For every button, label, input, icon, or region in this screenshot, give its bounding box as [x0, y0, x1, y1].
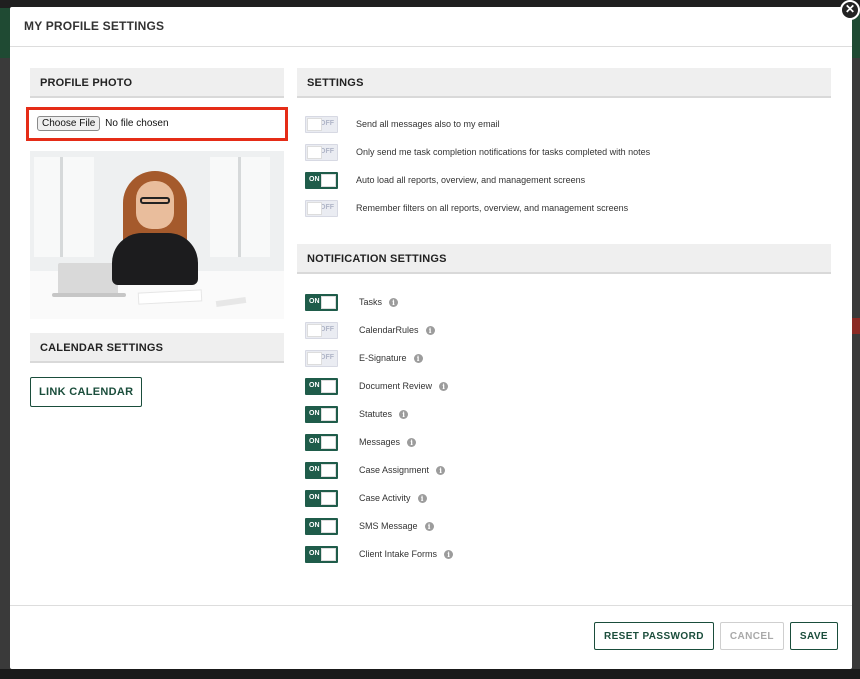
notification-row-messages: ON Messages i	[305, 428, 831, 456]
profile-photo	[30, 151, 284, 319]
info-icon[interactable]: i	[407, 437, 417, 447]
info-icon[interactable]: i	[425, 325, 435, 335]
notification-label: Document Review	[359, 381, 433, 391]
notification-row-statutes: ON Statutes i	[305, 400, 831, 428]
notification-label: SMS Message	[359, 521, 418, 531]
calendar-settings-heading: CALENDAR SETTINGS	[30, 333, 284, 363]
notification-toggle[interactable]: ON	[305, 405, 338, 423]
profile-settings-modal: MY PROFILE SETTINGS PROFILE PHOTO Choose…	[10, 7, 852, 669]
notification-label: Messages	[359, 437, 401, 447]
notification-label: Case Assignment	[359, 465, 430, 475]
notification-label: Case Activity	[359, 493, 411, 503]
file-input-highlight: Choose File No file chosen	[26, 107, 288, 141]
setting-row: OFF Send all messages also to my email	[305, 110, 831, 138]
toggle-state-text: ON	[309, 549, 320, 557]
notification-label: Statutes	[359, 409, 393, 419]
modal-header: MY PROFILE SETTINGS	[10, 7, 852, 47]
toggle-state-text: OFF	[320, 203, 334, 211]
notification-row-client-intake-forms: ON Client Intake Forms i	[305, 540, 831, 568]
info-icon[interactable]: i	[389, 297, 399, 307]
notification-label: Client Intake Forms	[359, 549, 438, 559]
settings-list: OFF Send all messages also to my email O…	[297, 98, 831, 222]
notification-row-document-review: ON Document Review i	[305, 372, 831, 400]
reset-password-button[interactable]: RESET PASSWORD	[593, 622, 714, 650]
notification-row-sms-message: ON SMS Message i	[305, 512, 831, 540]
setting-toggle[interactable]: OFF	[305, 143, 338, 161]
notification-row-case-activity: ON Case Activity i	[305, 484, 831, 512]
notification-toggle[interactable]: ON	[305, 433, 338, 451]
link-calendar-button[interactable]: LINK CALENDAR	[30, 377, 143, 407]
toggle-state-text: ON	[309, 437, 320, 445]
setting-label: Send all messages also to my email	[356, 119, 500, 129]
info-icon[interactable]: i	[413, 353, 423, 363]
notification-toggle[interactable]: ON	[305, 377, 338, 395]
notification-label: Tasks	[359, 297, 383, 307]
notification-list: ON Tasks i OFF CalendarRules i OFF E-Sig…	[297, 274, 831, 568]
notification-row-calendarrules: OFF CalendarRules i	[305, 316, 831, 344]
toggle-state-text: OFF	[320, 147, 334, 155]
setting-toggle[interactable]: OFF	[305, 199, 338, 217]
setting-label: Remember filters on all reports, overvie…	[356, 203, 629, 213]
notification-settings-heading: NOTIFICATION SETTINGS	[297, 244, 831, 274]
info-icon[interactable]: i	[424, 521, 434, 531]
modal-title: MY PROFILE SETTINGS	[24, 19, 165, 33]
toggle-state-text: ON	[309, 297, 320, 305]
info-icon[interactable]: i	[417, 493, 427, 503]
setting-label: Auto load all reports, overview, and man…	[356, 175, 586, 185]
notification-toggle[interactable]: ON	[305, 489, 338, 507]
footer-actions: RESET PASSWORD CANCEL SAVE	[593, 622, 838, 650]
setting-row: ON Auto load all reports, overview, and …	[305, 166, 831, 194]
toggle-state-text: ON	[309, 409, 320, 417]
notification-label: E-Signature	[359, 353, 407, 363]
toggle-state-text: ON	[309, 493, 320, 501]
notification-label: CalendarRules	[359, 325, 419, 335]
notification-toggle[interactable]: ON	[305, 517, 338, 535]
info-icon[interactable]: i	[399, 409, 409, 419]
toggle-state-text: ON	[309, 381, 320, 389]
setting-label: Only send me task completion notificatio…	[356, 147, 651, 157]
file-status-text: No file chosen	[105, 118, 169, 129]
setting-row: OFF Remember filters on all reports, ove…	[305, 194, 831, 222]
cancel-button[interactable]: CANCEL	[719, 622, 784, 650]
save-button[interactable]: SAVE	[789, 622, 838, 650]
backdrop-app-header-left	[0, 8, 10, 58]
notification-row-case-assignment: ON Case Assignment i	[305, 456, 831, 484]
left-column: PROFILE PHOTO Choose File No file chosen…	[26, 68, 288, 407]
toggle-state-text: ON	[309, 465, 320, 473]
info-icon[interactable]: i	[444, 549, 454, 559]
info-icon[interactable]: i	[436, 465, 446, 475]
backdrop-indicator	[852, 318, 860, 334]
notification-toggle[interactable]: ON	[305, 293, 338, 311]
setting-toggle[interactable]: OFF	[305, 115, 338, 133]
profile-photo-heading: PROFILE PHOTO	[30, 68, 284, 98]
setting-row: OFF Only send me task completion notific…	[305, 138, 831, 166]
modal-footer: RESET PASSWORD CANCEL SAVE	[10, 605, 852, 669]
toggle-state-text: OFF	[320, 325, 334, 333]
backdrop-footer	[0, 669, 860, 679]
notification-toggle[interactable]: ON	[305, 545, 338, 563]
toggle-state-text: OFF	[320, 353, 334, 361]
notification-toggle[interactable]: OFF	[305, 349, 338, 367]
setting-toggle[interactable]: ON	[305, 171, 338, 189]
notification-toggle[interactable]: OFF	[305, 321, 338, 339]
settings-heading: SETTINGS	[297, 68, 831, 98]
right-column: SETTINGS OFF Send all messages also to m…	[297, 68, 831, 568]
toggle-state-text: OFF	[320, 119, 334, 127]
notification-row-tasks: ON Tasks i	[305, 288, 831, 316]
toggle-state-text: ON	[309, 521, 320, 529]
choose-file-button[interactable]: Choose File	[37, 116, 101, 131]
notification-row-esignature: OFF E-Signature i	[305, 344, 831, 372]
notification-toggle[interactable]: ON	[305, 461, 338, 479]
toggle-state-text: ON	[309, 175, 320, 183]
info-icon[interactable]: i	[439, 381, 449, 391]
close-icon[interactable]: ✕	[840, 0, 860, 20]
